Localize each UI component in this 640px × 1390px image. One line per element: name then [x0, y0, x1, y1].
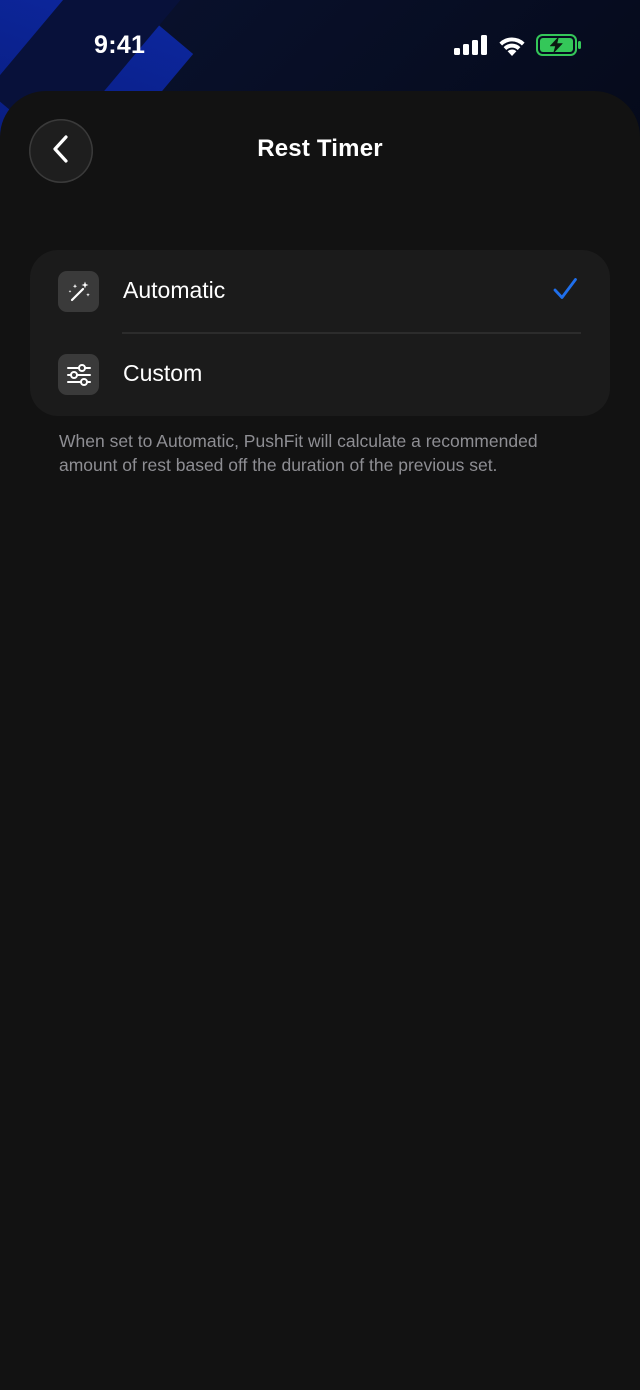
battery-charging-icon: [536, 34, 582, 61]
rest-timer-sheet: Rest Timer Automatic Custom When set to …: [0, 91, 640, 1390]
wifi-icon: [498, 35, 526, 61]
sliders-icon: [58, 354, 99, 395]
rest-timer-footnote: When set to Automatic, PushFit will calc…: [59, 431, 538, 475]
status-bar: 9:41: [0, 0, 640, 92]
screen: 9:41 Rest Timer Automatic Custom When se…: [0, 0, 640, 1390]
option-custom-label: Custom: [123, 360, 203, 386]
option-automatic[interactable]: Automatic: [30, 250, 610, 334]
status-time: 9:41: [94, 31, 146, 59]
magic-wand-icon: [58, 271, 99, 312]
option-custom[interactable]: Custom: [30, 333, 610, 416]
status-icons: [454, 34, 582, 61]
page-title: Rest Timer: [257, 135, 383, 162]
cellular-signal-icon: [454, 35, 488, 60]
checkmark-icon: [552, 276, 578, 307]
rest-timer-options: Automatic Custom: [30, 250, 610, 416]
option-automatic-label: Automatic: [123, 277, 226, 303]
